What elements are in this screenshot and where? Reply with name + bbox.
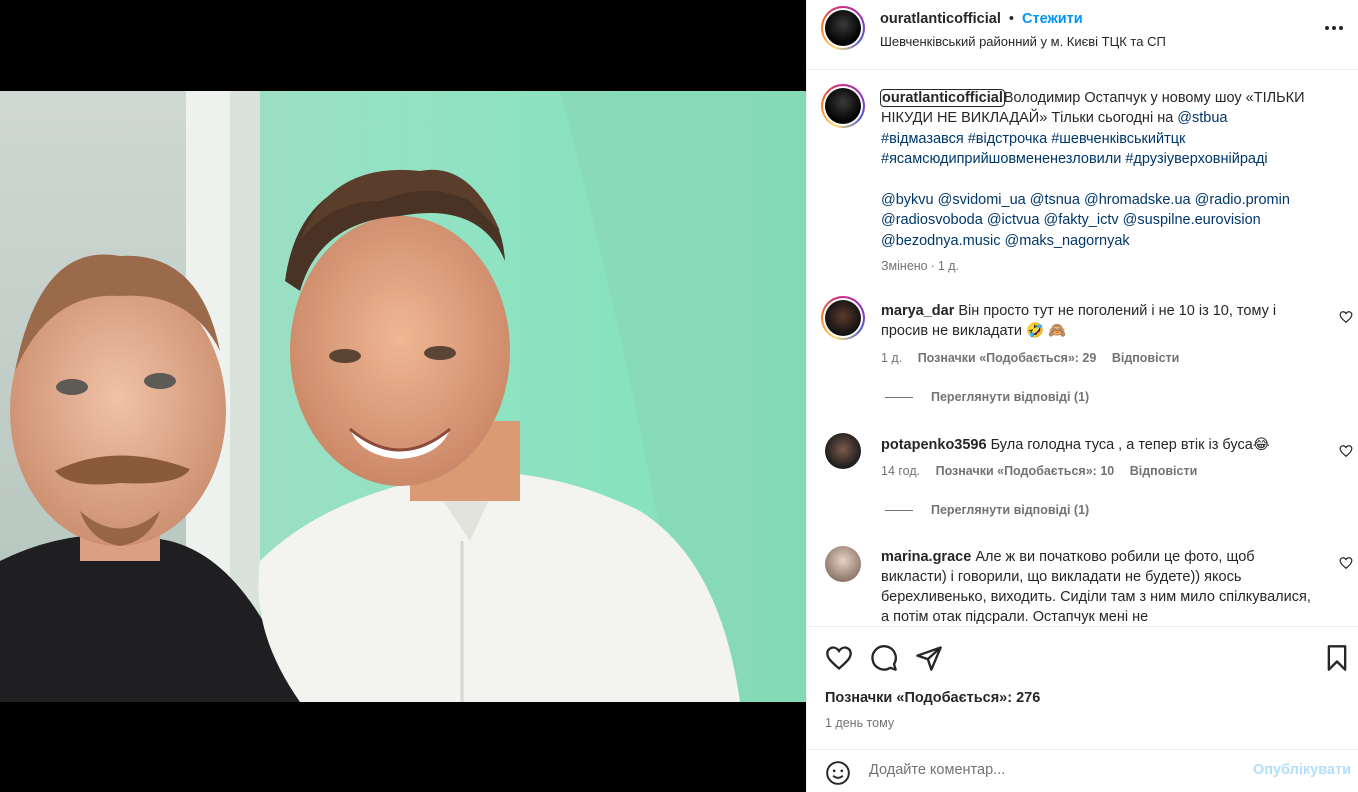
mention[interactable]: @radio.promin: [1195, 192, 1290, 208]
caption: ouratlanticofficialВолодимир Остапчук у …: [880, 88, 1343, 251]
mention[interactable]: @maks_nagornyak: [1005, 233, 1130, 249]
post-panel: ouratlanticofficial • Стежити Шевченківс…: [806, 0, 1358, 792]
caption-meta: Змінено · 1 д.: [881, 259, 971, 273]
caption-avatar[interactable]: [821, 84, 865, 128]
mention[interactable]: @bykvu: [881, 192, 934, 208]
comment-text: Була голодна туса , а тепер втік із буса…: [990, 437, 1270, 453]
comment-time[interactable]: 14 год.: [881, 464, 920, 478]
comment: marina.grace Але ж ви початково робили ц…: [881, 547, 1321, 626]
comment-likes[interactable]: Позначки «Подобається»: 29: [918, 351, 1097, 365]
author-avatar[interactable]: [821, 6, 865, 50]
comment-username[interactable]: potapenko3596: [881, 437, 987, 453]
post-location[interactable]: Шевченківський районний у м. Києві ТЦК т…: [880, 34, 1166, 49]
photo-illustration: [0, 91, 806, 702]
comment-bubble-icon[interactable]: [870, 644, 898, 672]
mention[interactable]: @fakty_ictv: [1043, 212, 1118, 228]
publish-comment-button[interactable]: Опублікувати: [1253, 762, 1351, 778]
hashtag[interactable]: #друзіуверховнійраді: [1125, 151, 1267, 167]
hashtag[interactable]: #відстрочка: [968, 131, 1047, 147]
author-username[interactable]: ouratlanticofficial: [880, 11, 1001, 27]
emoji-smiley-icon[interactable]: [825, 760, 851, 786]
comment: potapenko3596 Була голодна туса , а тепе…: [881, 435, 1321, 455]
comments-scroll-area[interactable]: ouratlanticofficialВолодимир Остапчук у …: [807, 70, 1358, 626]
comment: marya_dar Він просто тут не поголений і …: [881, 301, 1321, 341]
caption-username[interactable]: ouratlanticofficial: [880, 89, 1005, 107]
comment-avatar[interactable]: [825, 433, 861, 469]
post-media: [0, 0, 806, 792]
view-replies-label: Переглянути відповіді (1): [931, 390, 1090, 404]
mention[interactable]: @hromadske.ua: [1084, 192, 1191, 208]
comment-meta: 14 год. Позначки «Подобається»: 10 Відпо…: [881, 464, 1209, 478]
mention[interactable]: @tsnua: [1030, 192, 1080, 208]
mention[interactable]: @radiosvoboda: [881, 212, 983, 228]
mention[interactable]: @ictvua: [987, 212, 1040, 228]
comment-like-heart-icon[interactable]: [1339, 444, 1353, 458]
header-title-row: ouratlanticofficial • Стежити: [880, 11, 1083, 27]
reply-button[interactable]: Відповісти: [1130, 464, 1198, 478]
hashtag[interactable]: #відмазався: [881, 131, 964, 147]
comment-username[interactable]: marina.grace: [881, 549, 971, 565]
comment-time[interactable]: 1 д.: [881, 351, 902, 365]
reply-button[interactable]: Відповісти: [1112, 351, 1180, 365]
follow-button[interactable]: Стежити: [1022, 11, 1083, 27]
mention[interactable]: @suspilne.eurovision: [1123, 212, 1261, 228]
view-replies-label: Переглянути відповіді (1): [931, 503, 1090, 517]
post-photo[interactable]: [0, 91, 806, 702]
comment-meta: 1 д. Позначки «Подобається»: 29 Відповіс…: [881, 351, 1191, 365]
post-actions: Позначки «Подобається»: 276 1 день тому …: [807, 626, 1358, 792]
mention[interactable]: @bezodnya.music: [881, 233, 1001, 249]
view-replies-button[interactable]: Переглянути відповіді (1): [885, 503, 1089, 517]
add-comment-bar: Опублікувати: [807, 749, 1358, 792]
comment-likes[interactable]: Позначки «Подобається»: 10: [936, 464, 1115, 478]
hashtag[interactable]: #шевченківськийтцк: [1051, 131, 1185, 147]
comment-like-heart-icon[interactable]: [1339, 310, 1353, 324]
mention[interactable]: @svidomi_ua: [938, 192, 1026, 208]
comment-like-heart-icon[interactable]: [1339, 556, 1353, 570]
like-heart-icon[interactable]: [825, 644, 853, 672]
view-replies-button[interactable]: Переглянути відповіді (1): [885, 390, 1089, 404]
edited-label: Змінено: [881, 259, 928, 273]
meta-dot: ·: [930, 259, 935, 273]
comment-avatar[interactable]: [821, 296, 865, 340]
post-header: ouratlanticofficial • Стежити Шевченківс…: [807, 0, 1358, 70]
share-paper-plane-icon[interactable]: [915, 644, 943, 672]
comment-input[interactable]: [869, 762, 1229, 778]
bookmark-icon[interactable]: [1323, 644, 1351, 672]
comment-avatar[interactable]: [825, 546, 861, 582]
comment-username[interactable]: marya_dar: [881, 303, 954, 319]
post-likes-count[interactable]: Позначки «Подобається»: 276: [825, 690, 1040, 706]
mention-stbua[interactable]: @stbua: [1177, 110, 1227, 126]
more-horizontal-icon[interactable]: [1323, 20, 1345, 36]
caption-time[interactable]: 1 д.: [938, 259, 959, 273]
post-timestamp[interactable]: 1 день тому: [825, 716, 894, 730]
separator-dot: •: [1008, 11, 1014, 27]
hashtag[interactable]: #ясамсюдиприйшовмененезловили: [881, 151, 1121, 167]
